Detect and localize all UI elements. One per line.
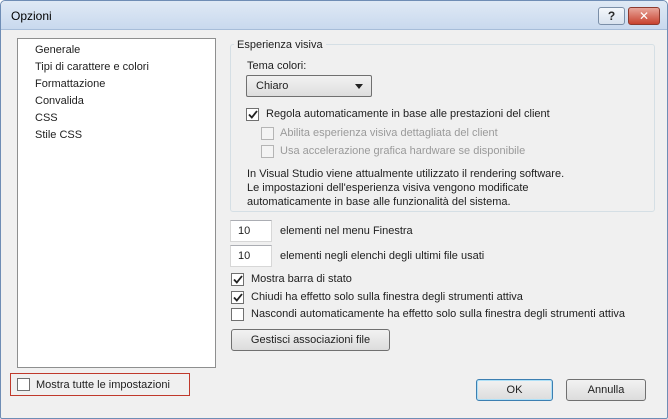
checkmark-icon <box>232 293 243 302</box>
close-active-label[interactable]: Chiudi ha effetto solo sulla finestra de… <box>251 290 523 304</box>
auto-adjust-checkbox[interactable] <box>246 108 259 121</box>
tree-item-formatting[interactable]: Formattazione <box>35 77 105 92</box>
close-button[interactable]: ✕ <box>628 7 660 25</box>
show-all-settings-highlight: Mostra tutte le impostazioni <box>10 373 190 396</box>
mru-count-value: 10 <box>238 250 251 262</box>
mru-count-label: elementi negli elenchi degli ultimi file… <box>280 250 485 262</box>
tree-item-css[interactable]: CSS <box>35 111 58 126</box>
chevron-down-icon <box>355 84 363 89</box>
tree-item-fonts-colors[interactable]: Tipi di carattere e colori <box>35 60 149 75</box>
close-icon: ✕ <box>638 9 650 23</box>
status-bar-label[interactable]: Mostra barra di stato <box>251 272 352 286</box>
window-menu-count-value: 10 <box>238 225 251 237</box>
hw-accel-label: Usa accelerazione grafica hardware se di… <box>280 145 526 157</box>
visual-experience-title: Esperienza visiva <box>234 38 326 52</box>
info-line-1: In Visual Studio viene attualmente utili… <box>247 168 565 180</box>
info-line-3: automaticamente in base alle funzionalit… <box>247 196 511 208</box>
rendering-info-text: In Visual Studio viene attualmente utili… <box>247 167 564 209</box>
ok-button[interactable]: OK <box>476 379 553 401</box>
mru-count-input[interactable]: 10 <box>230 245 272 267</box>
theme-dropdown[interactable]: Chiaro <box>246 75 372 97</box>
ok-label: OK <box>506 384 523 396</box>
tree-item-generale[interactable]: Generale <box>35 43 80 58</box>
tree-item-css-style[interactable]: Stile CSS <box>35 128 82 143</box>
file-associations-button[interactable]: Gestisci associazioni file <box>231 329 390 351</box>
close-active-checkbox[interactable] <box>231 291 244 304</box>
title-bar: Opzioni ? ✕ <box>1 1 667 30</box>
help-icon: ? <box>607 9 616 23</box>
theme-label: Tema colori: <box>247 60 307 72</box>
auto-adjust-label[interactable]: Regola automaticamente in base alle pres… <box>266 107 550 121</box>
show-all-settings-checkbox[interactable] <box>17 378 30 391</box>
rich-visual-label: Abilita esperienza visiva dettagliata de… <box>280 127 498 139</box>
info-line-2: Le impostazioni dell'esperienza visiva v… <box>247 182 529 194</box>
checkmark-icon <box>232 275 243 284</box>
show-all-settings-label[interactable]: Mostra tutte le impostazioni <box>36 378 170 392</box>
autohide-active-checkbox[interactable] <box>231 308 244 321</box>
cancel-label: Annulla <box>587 384 625 396</box>
status-bar-checkbox[interactable] <box>231 273 244 286</box>
cancel-button[interactable]: Annulla <box>566 379 646 401</box>
tree-item-validation[interactable]: Convalida <box>35 94 84 109</box>
window-title: Opzioni <box>11 9 52 23</box>
options-dialog: Opzioni ? ✕ Generale Tipi di carattere e… <box>0 0 668 419</box>
theme-dropdown-value: Chiaro <box>256 80 289 92</box>
window-menu-count-label: elementi nel menu Finestra <box>280 225 413 237</box>
rich-visual-checkbox[interactable] <box>261 127 274 140</box>
window-menu-count-input[interactable]: 10 <box>230 220 272 242</box>
checkmark-icon <box>247 110 258 119</box>
help-button[interactable]: ? <box>598 7 625 25</box>
file-associations-label: Gestisci associazioni file <box>250 334 371 346</box>
options-tree[interactable]: Generale Tipi di carattere e colori Form… <box>17 38 216 368</box>
autohide-active-label[interactable]: Nascondi automaticamente ha effetto solo… <box>251 307 625 321</box>
hw-accel-checkbox[interactable] <box>261 145 274 158</box>
